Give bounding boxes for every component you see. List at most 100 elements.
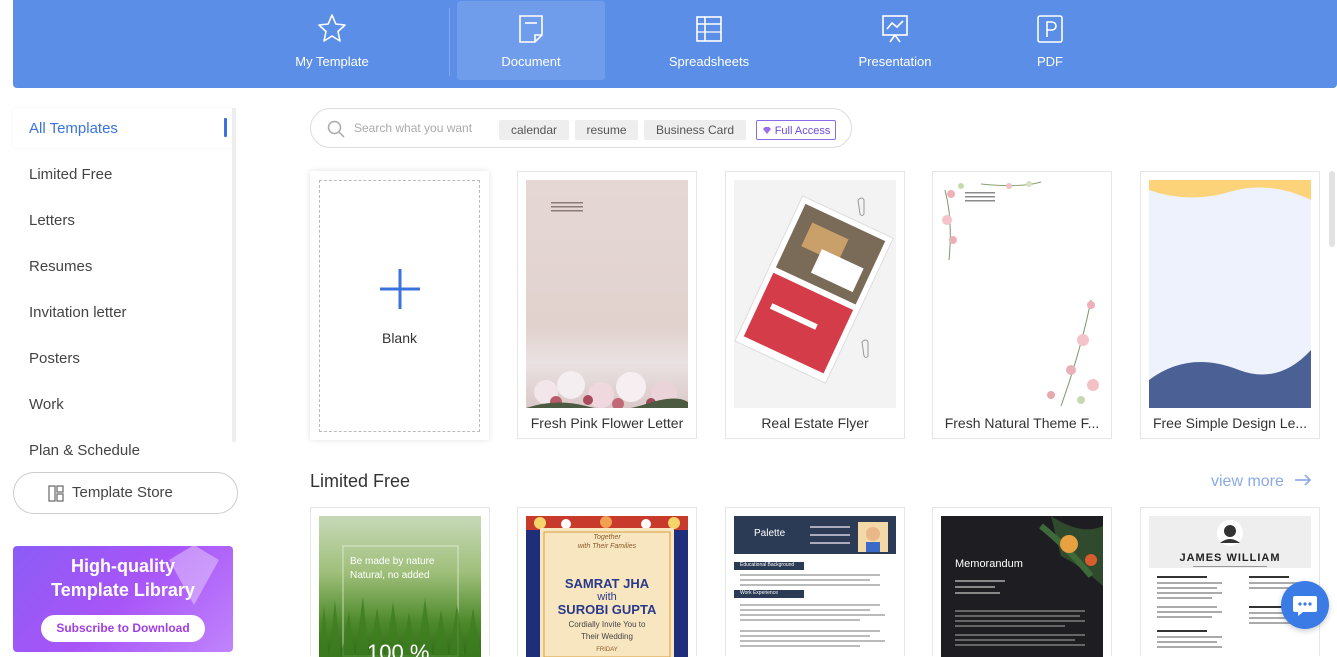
search-chip-resume[interactable]: resume bbox=[575, 120, 638, 140]
template-card[interactable]: Be made by nature Natural, no added 100 … bbox=[310, 507, 490, 657]
sidebar-item-label: Plan & Schedule bbox=[29, 442, 140, 459]
tab-label: My Template bbox=[295, 54, 369, 69]
content-scrollbar[interactable] bbox=[1329, 171, 1335, 247]
sidebar-item-work[interactable]: Work bbox=[13, 384, 233, 424]
sidebar-item-resumes[interactable]: Resumes bbox=[13, 246, 233, 286]
search-bar: Search what you want calendar resume Bus… bbox=[310, 108, 852, 148]
full-access-label: Full Access bbox=[774, 125, 831, 137]
template-title: Real Estate Flyer bbox=[761, 415, 869, 431]
template-card[interactable]: Together with Their Families SAMRAT JHA … bbox=[517, 507, 697, 657]
tab-label: Spreadsheets bbox=[668, 54, 750, 69]
sidebar-item-label: Posters bbox=[29, 350, 80, 367]
sidebar-item-label: Work bbox=[29, 396, 64, 413]
tab-pdf[interactable]: PDF bbox=[980, 1, 1120, 80]
template-thumbnail bbox=[526, 180, 688, 408]
memorandum-leaves-illustration bbox=[955, 516, 1103, 646]
thumb-text: Educational Background bbox=[740, 562, 795, 568]
template-title: Fresh Pink Flower Letter bbox=[530, 415, 684, 431]
chat-button[interactable] bbox=[1281, 581, 1329, 629]
grass-illustration bbox=[319, 545, 481, 657]
chat-icon bbox=[1293, 596, 1317, 616]
arrow-right-icon bbox=[1295, 474, 1312, 486]
template-card[interactable]: Palette Educational Background Work Expe… bbox=[725, 507, 905, 657]
active-indicator bbox=[224, 118, 227, 137]
template-thumbnail: Palette Educational Background Work Expe… bbox=[734, 516, 896, 657]
thumb-text: Together bbox=[593, 534, 621, 541]
tab-my-template[interactable]: My Template bbox=[262, 1, 402, 80]
template-thumbnail bbox=[1149, 180, 1311, 408]
template-thumbnail: Be made by nature Natural, no added 100 … bbox=[319, 516, 481, 657]
thumb-text: Be made by nature bbox=[350, 556, 435, 567]
sidebar: All Templates Limited Free Letters Resum… bbox=[13, 108, 233, 476]
thumb-text: 100 % bbox=[367, 640, 430, 657]
tab-label: PDF bbox=[1037, 54, 1063, 69]
promo-title-line1: High-quality bbox=[71, 556, 175, 576]
thumb-text: Memorandum bbox=[955, 558, 1023, 570]
star-icon bbox=[318, 14, 346, 42]
tab-spreadsheets[interactable]: Spreadsheets bbox=[639, 1, 779, 80]
template-thumbnail bbox=[734, 180, 896, 408]
presentation-icon bbox=[882, 15, 908, 43]
section-title-limited-free: Limited Free bbox=[310, 471, 411, 491]
template-thumbnail: Memorandum bbox=[941, 516, 1103, 657]
template-card[interactable]: Memorandum bbox=[932, 507, 1112, 657]
thumb-text: Cordially Invite You to bbox=[568, 620, 646, 629]
template-store-icon bbox=[48, 485, 64, 502]
tab-presentation[interactable]: Presentation bbox=[825, 1, 965, 80]
sidebar-item-all-templates[interactable]: All Templates bbox=[13, 108, 233, 148]
thumb-text: Their Wedding bbox=[581, 632, 633, 641]
template-store-label: Template Store bbox=[72, 484, 173, 501]
template-card[interactable]: Fresh Pink Flower Letter bbox=[517, 171, 697, 439]
real-estate-flyer-illustration bbox=[734, 180, 896, 408]
sidebar-item-plan-schedule[interactable]: Plan & Schedule bbox=[13, 430, 233, 470]
subscribe-button[interactable]: Subscribe to Download bbox=[41, 615, 205, 642]
diamond-icon bbox=[762, 127, 771, 134]
tab-label: Document bbox=[501, 54, 561, 69]
promo-banner[interactable]: High-quality Template Library Subscribe … bbox=[13, 546, 233, 652]
pdf-icon bbox=[1037, 15, 1063, 43]
sidebar-item-limited-free[interactable]: Limited Free bbox=[13, 154, 233, 194]
template-card[interactable]: Free Simple Design Le... bbox=[1140, 171, 1320, 439]
sidebar-item-posters[interactable]: Posters bbox=[13, 338, 233, 378]
full-access-badge[interactable]: Full Access bbox=[756, 120, 836, 140]
template-card[interactable]: Fresh Natural Theme F... bbox=[932, 171, 1112, 439]
sidebar-item-label: Invitation letter bbox=[29, 304, 127, 321]
sidebar-item-invitation-letter[interactable]: Invitation letter bbox=[13, 292, 233, 332]
blank-label: Blank bbox=[381, 330, 418, 346]
tab-document[interactable]: Document bbox=[457, 1, 605, 80]
template-store-button[interactable]: Template Store bbox=[13, 472, 238, 514]
tab-divider bbox=[449, 8, 450, 76]
search-input[interactable]: Search what you want bbox=[354, 121, 472, 135]
plus-icon bbox=[380, 269, 420, 309]
view-more-link[interactable]: view more bbox=[1211, 473, 1312, 491]
thumb-text: Natural, no added bbox=[350, 570, 430, 581]
search-chip-business-card[interactable]: Business Card bbox=[644, 120, 746, 140]
promo-title-line2: Template Library bbox=[51, 580, 195, 600]
template-title: Free Simple Design Le... bbox=[1152, 415, 1308, 431]
template-thumbnail: Together with Their Families SAMRAT JHA … bbox=[526, 516, 688, 657]
template-title: Fresh Natural Theme F... bbox=[944, 415, 1100, 431]
sidebar-item-label: Resumes bbox=[29, 258, 93, 275]
thumb-text: JAMES WILLIAM bbox=[1179, 552, 1281, 564]
view-more-label: view more bbox=[1211, 473, 1284, 490]
blank-template-card[interactable]: Blank bbox=[310, 171, 489, 440]
tab-label: Presentation bbox=[858, 54, 932, 69]
simple-wave-illustration bbox=[1149, 180, 1311, 408]
sidebar-item-label: All Templates bbox=[29, 120, 118, 137]
search-icon bbox=[327, 120, 345, 138]
spreadsheet-icon bbox=[696, 16, 722, 42]
sidebar-item-label: Letters bbox=[29, 212, 75, 229]
sidebar-scrollbar[interactable] bbox=[232, 108, 236, 442]
thumb-text: with Their Families bbox=[577, 543, 637, 550]
thumb-text: FRIDAY bbox=[596, 647, 618, 653]
search-chip-calendar[interactable]: calendar bbox=[499, 120, 569, 140]
pink-flower-illustration bbox=[526, 202, 688, 408]
thumb-text: Palette bbox=[754, 528, 786, 539]
thumb-text: Work Experience bbox=[740, 590, 778, 596]
thumb-text: SAMRAT JHA bbox=[564, 576, 650, 591]
category-tab-bar: My Template Document Spreadsheets Presen… bbox=[13, 0, 1337, 88]
template-card[interactable]: Real Estate Flyer bbox=[725, 171, 905, 439]
sidebar-item-label: Limited Free bbox=[29, 166, 113, 183]
natural-flower-illustration bbox=[942, 181, 1099, 407]
sidebar-item-letters[interactable]: Letters bbox=[13, 200, 233, 240]
